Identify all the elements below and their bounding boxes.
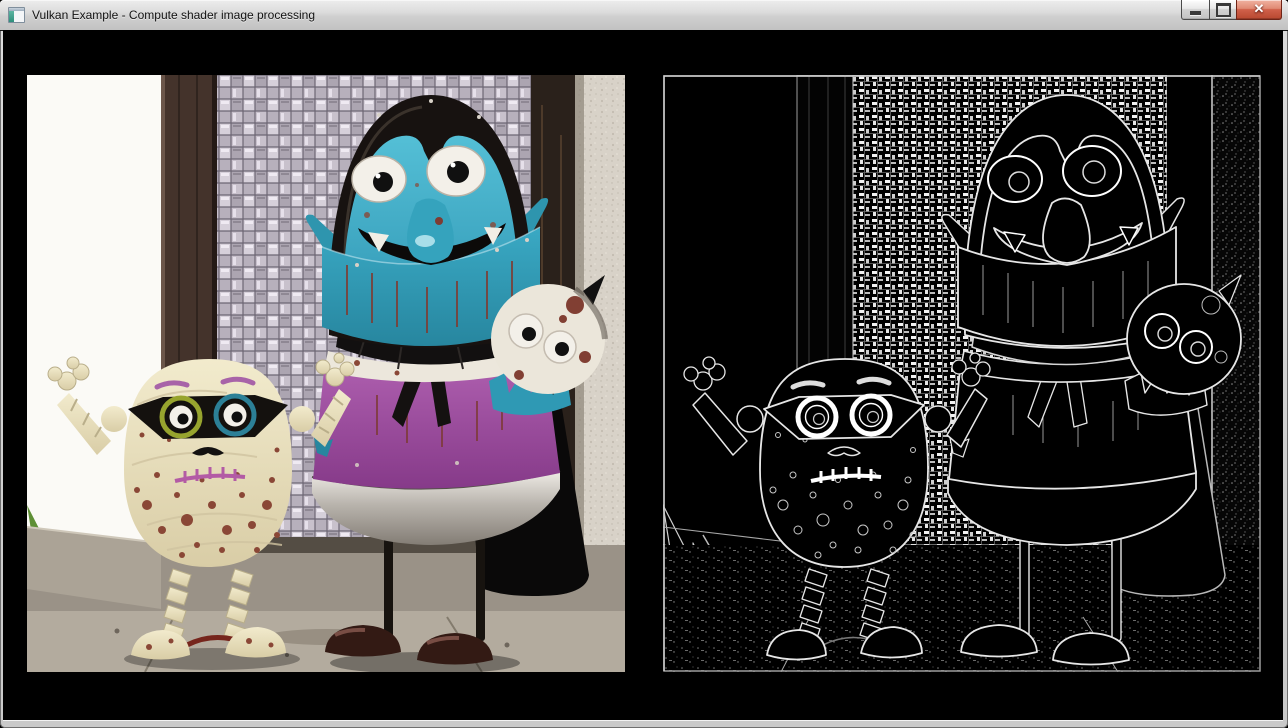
compute-output-image [663, 75, 1261, 672]
minimize-icon [1190, 11, 1201, 15]
close-button[interactable]: ✕ [1236, 0, 1282, 20]
maximize-button[interactable] [1209, 0, 1237, 20]
edge-detected-scene [663, 75, 1261, 672]
window-controls: ✕ [1182, 0, 1282, 20]
render-client-area [3, 30, 1283, 720]
original-image [27, 75, 625, 672]
close-icon: ✕ [1254, 2, 1265, 15]
photo-scene [27, 75, 625, 672]
window-title: Vulkan Example - Compute shader image pr… [32, 8, 315, 22]
maximize-icon [1216, 3, 1231, 17]
application-window-icon [8, 7, 25, 23]
minimize-button[interactable] [1181, 0, 1210, 20]
vulkan-example-window: Vulkan Example - Compute shader image pr… [0, 0, 1288, 728]
titlebar-left: Vulkan Example - Compute shader image pr… [8, 0, 315, 30]
titlebar[interactable]: Vulkan Example - Compute shader image pr… [0, 0, 1288, 31]
